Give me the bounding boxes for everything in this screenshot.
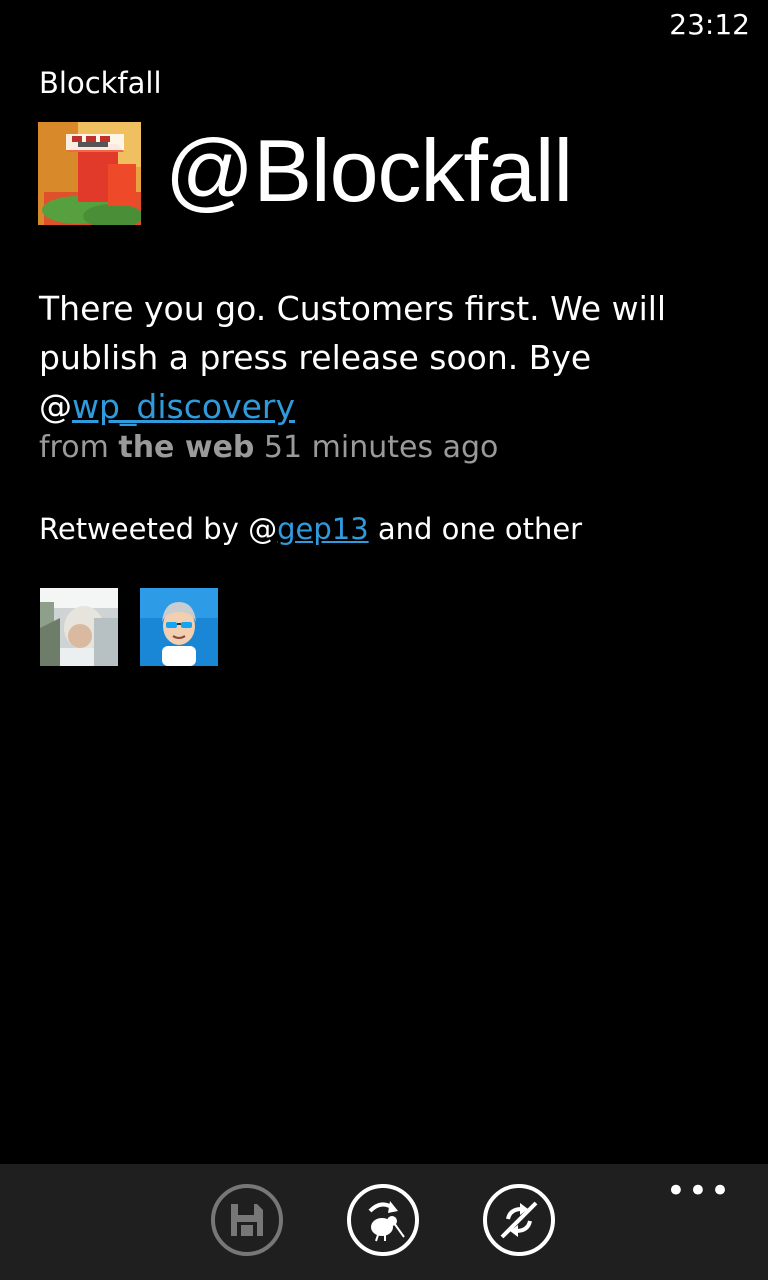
retweeter-avatar[interactable] xyxy=(40,588,118,666)
tweet-text: There you go. Customers first. We will p… xyxy=(39,284,729,431)
blockfall-logo-icon xyxy=(38,122,141,225)
xbox-avatar-icon xyxy=(140,588,218,666)
retweet-suffix: and one other xyxy=(368,512,583,546)
profile-avatar[interactable] xyxy=(38,122,141,225)
more-menu-button[interactable]: ••• xyxy=(666,1174,732,1208)
tweet-meta: from the web 51 minutes ago xyxy=(39,430,498,465)
meta-from: from xyxy=(39,430,119,465)
status-time: 23:12 xyxy=(669,8,750,41)
app-bar: ••• xyxy=(0,1164,768,1280)
profile-handle[interactable]: @Blockfall xyxy=(165,126,573,215)
retweeter-avatar[interactable] xyxy=(140,588,218,666)
user-photo-icon xyxy=(40,588,118,666)
save-button[interactable] xyxy=(211,1184,283,1256)
unfollow-button[interactable] xyxy=(483,1184,555,1256)
retweeters-list xyxy=(40,588,218,666)
app-title: Blockfall xyxy=(39,66,162,100)
retweet-button[interactable] xyxy=(347,1184,419,1256)
retweeter-link[interactable]: gep13 xyxy=(277,512,369,546)
retweet-icon xyxy=(368,1201,405,1242)
tweet-time: 51 minutes ago xyxy=(254,430,499,465)
profile-header: @Blockfall xyxy=(38,122,573,225)
retweet-prefix: Retweeted by @ xyxy=(39,512,278,546)
save-icon xyxy=(231,1204,263,1236)
mention-link[interactable]: wp_discovery xyxy=(72,387,295,426)
retweet-line: Retweeted by @gep13 and one other xyxy=(39,512,582,546)
tweet-source: the web xyxy=(118,430,255,465)
no-reply-icon xyxy=(500,1201,538,1239)
